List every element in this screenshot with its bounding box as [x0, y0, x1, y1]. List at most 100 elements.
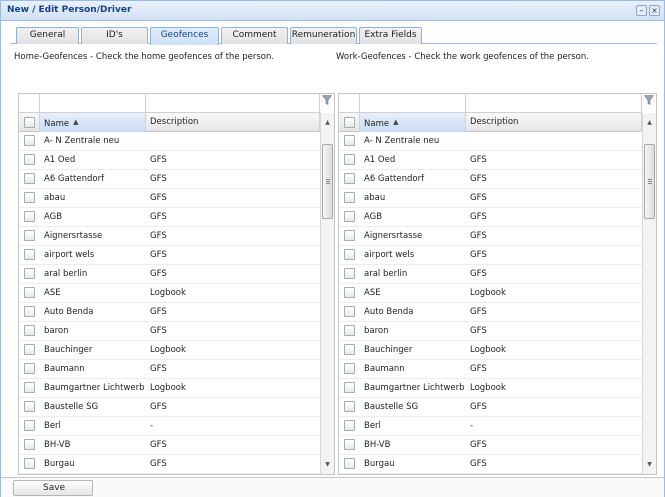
table-row[interactable]: Baumgartner Lichtwerb... Logbook	[339, 379, 642, 398]
row-checkbox[interactable]	[24, 458, 35, 469]
table-row[interactable]: Baumann GFS	[19, 360, 320, 379]
scroll-down-icon[interactable]: ▼	[322, 459, 333, 470]
row-checkbox[interactable]	[344, 154, 355, 165]
row-checkbox[interactable]	[24, 135, 35, 146]
table-row[interactable]: ASE Logbook	[19, 284, 320, 303]
table-row[interactable]: aral berlin GFS	[339, 265, 642, 284]
table-row[interactable]: airport wels GFS	[339, 246, 642, 265]
table-row[interactable]: Auto Benda GFS	[339, 303, 642, 322]
row-checkbox[interactable]	[344, 401, 355, 412]
row-checkbox[interactable]	[344, 325, 355, 336]
row-checkbox[interactable]	[24, 154, 35, 165]
table-row[interactable]: A1 Oed GFS	[19, 151, 320, 170]
filter-icon[interactable]	[322, 95, 332, 105]
row-checkbox[interactable]	[24, 439, 35, 450]
table-row[interactable]: AGB GFS	[339, 208, 642, 227]
row-checkbox[interactable]	[24, 173, 35, 184]
name-column-header[interactable]: Name ▲	[40, 113, 146, 132]
table-row[interactable]: aral berlin GFS	[19, 265, 320, 284]
table-row[interactable]: A- N Zentrale neu	[19, 132, 320, 151]
table-row[interactable]: Baustelle SG GFS	[339, 398, 642, 417]
table-row[interactable]: Baustelle SG GFS	[19, 398, 320, 417]
table-row[interactable]: A6 Gattendorf GFS	[19, 170, 320, 189]
tab-extra-fields[interactable]: Extra Fields	[359, 27, 422, 44]
table-row[interactable]: Auto Benda GFS	[19, 303, 320, 322]
table-row[interactable]: A- N Zentrale neu	[339, 132, 642, 151]
filter-cell-description[interactable]	[146, 94, 320, 113]
row-checkbox[interactable]	[344, 420, 355, 431]
filter-cell-description[interactable]	[466, 94, 642, 113]
table-row[interactable]: ASE Logbook	[339, 284, 642, 303]
table-row[interactable]: CWS GFS	[339, 474, 642, 475]
row-checkbox[interactable]	[24, 268, 35, 279]
table-row[interactable]: baron GFS	[19, 322, 320, 341]
row-checkbox[interactable]	[344, 249, 355, 260]
table-row[interactable]: Burgau GFS	[19, 455, 320, 474]
save-button[interactable]: Save	[13, 480, 93, 496]
description-column-header[interactable]: Description	[146, 113, 320, 132]
row-checkbox[interactable]	[24, 287, 35, 298]
scroll-down-icon[interactable]: ▼	[644, 459, 655, 470]
scrollbar-thumb[interactable]	[322, 144, 333, 219]
scroll-up-icon[interactable]: ▲	[644, 117, 655, 128]
tab-comment[interactable]: Comment	[221, 27, 288, 44]
filter-icon[interactable]	[644, 95, 654, 105]
row-checkbox[interactable]	[24, 249, 35, 260]
row-checkbox[interactable]	[344, 173, 355, 184]
select-all-checkbox[interactable]	[24, 117, 35, 128]
table-row[interactable]: Bauchinger Logbook	[339, 341, 642, 360]
row-checkbox[interactable]	[24, 306, 35, 317]
row-checkbox[interactable]	[344, 230, 355, 241]
filter-cell-name[interactable]	[40, 94, 146, 113]
close-icon[interactable]: ×	[649, 5, 660, 16]
row-checkbox[interactable]	[24, 325, 35, 336]
row-checkbox[interactable]	[24, 420, 35, 431]
row-checkbox[interactable]	[344, 211, 355, 222]
row-checkbox[interactable]	[24, 401, 35, 412]
select-all-checkbox[interactable]	[344, 117, 355, 128]
name-column-header[interactable]: Name ▲	[360, 113, 466, 132]
table-row[interactable]: A1 Oed GFS	[339, 151, 642, 170]
row-checkbox[interactable]	[24, 344, 35, 355]
row-checkbox[interactable]	[344, 363, 355, 374]
row-checkbox[interactable]	[24, 363, 35, 374]
table-row[interactable]: Aignersrtasse GFS	[339, 227, 642, 246]
row-checkbox[interactable]	[344, 268, 355, 279]
row-checkbox[interactable]	[24, 382, 35, 393]
filter-cell-name[interactable]	[360, 94, 466, 113]
row-checkbox[interactable]	[344, 439, 355, 450]
description-column-header[interactable]: Description	[466, 113, 642, 132]
table-row[interactable]: abau GFS	[19, 189, 320, 208]
scroll-up-icon[interactable]: ▲	[322, 117, 333, 128]
row-checkbox[interactable]	[344, 382, 355, 393]
table-row[interactable]: Burgau GFS	[339, 455, 642, 474]
row-checkbox[interactable]	[24, 230, 35, 241]
table-row[interactable]: baron GFS	[339, 322, 642, 341]
table-row[interactable]: Berl -	[19, 417, 320, 436]
table-row[interactable]: airport wels GFS	[19, 246, 320, 265]
vertical-scrollbar[interactable]: ▲ ▼	[642, 113, 656, 474]
tab-geofences[interactable]: Geofences	[150, 27, 219, 45]
minimize-icon[interactable]: –	[636, 5, 647, 16]
tab-general[interactable]: General	[16, 27, 79, 44]
table-row[interactable]: BH-VB GFS	[339, 436, 642, 455]
tab-ids[interactable]: ID's	[81, 27, 148, 44]
row-checkbox[interactable]	[344, 192, 355, 203]
row-checkbox[interactable]	[344, 306, 355, 317]
tab-remuneration[interactable]: Remuneration	[290, 27, 357, 44]
table-row[interactable]: Aignersrtasse GFS	[19, 227, 320, 246]
row-checkbox[interactable]	[344, 458, 355, 469]
row-checkbox[interactable]	[344, 344, 355, 355]
table-row[interactable]: Berl -	[339, 417, 642, 436]
table-row[interactable]: A6 Gattendorf GFS	[339, 170, 642, 189]
row-checkbox[interactable]	[24, 211, 35, 222]
scrollbar-thumb[interactable]	[644, 144, 655, 219]
row-checkbox[interactable]	[24, 192, 35, 203]
table-row[interactable]: Baumann GFS	[339, 360, 642, 379]
vertical-scrollbar[interactable]: ▲ ▼	[320, 113, 334, 474]
row-checkbox[interactable]	[344, 135, 355, 146]
table-row[interactable]: abau GFS	[339, 189, 642, 208]
table-row[interactable]: BH-VB GFS	[19, 436, 320, 455]
row-checkbox[interactable]	[344, 287, 355, 298]
table-row[interactable]: CWS GFS	[19, 474, 320, 475]
